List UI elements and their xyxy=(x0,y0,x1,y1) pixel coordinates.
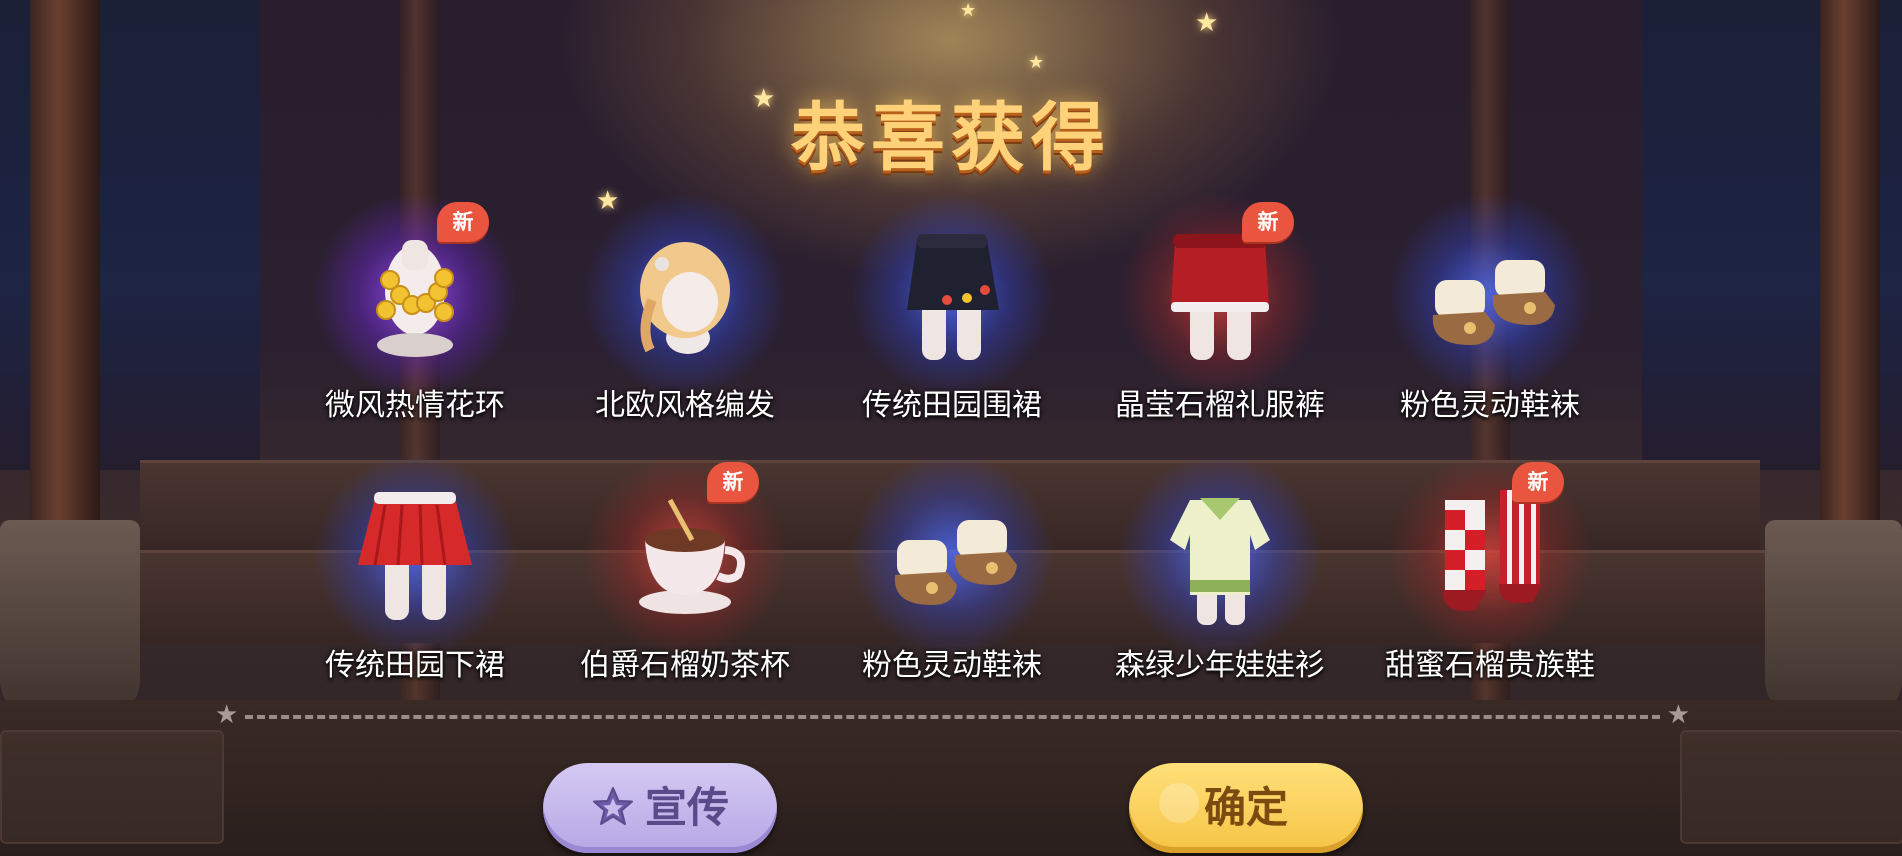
reward-item-name: 伯爵石榴奶茶杯 xyxy=(580,648,790,683)
floor-tile xyxy=(1680,730,1902,844)
reward-item-name: 甜蜜石榴贵族鞋 xyxy=(1385,648,1595,683)
reward-title: 恭喜获得 xyxy=(791,95,1111,181)
new-badge: 新 xyxy=(437,202,489,242)
reward-item[interactable]: 北欧风格编发 xyxy=(555,190,815,423)
divider-line xyxy=(245,715,1660,719)
reward-item-name: 晶莹石榴礼服裤 xyxy=(1115,388,1325,423)
new-badge: 新 xyxy=(1242,202,1294,242)
sparkle-star-icon: ★ xyxy=(1028,52,1045,73)
reward-item-name: 微风热情花环 xyxy=(325,388,505,423)
reward-item[interactable]: 新甜蜜石榴贵族鞋 xyxy=(1360,450,1620,683)
braided-hair-icon xyxy=(610,220,760,370)
reward-item[interactable]: 森绿少年娃娃衫 xyxy=(1090,450,1350,683)
reward-item[interactable]: 粉色灵动鞋袜 xyxy=(1360,190,1620,423)
promo-button[interactable]: 宣传 xyxy=(543,763,777,853)
reward-item[interactable]: 粉色灵动鞋袜 xyxy=(822,450,1082,683)
promo-button-label: 宣传 xyxy=(644,783,729,832)
reward-item-name: 传统田园下裙 xyxy=(325,648,505,683)
floor-tile xyxy=(0,730,224,844)
left-urn xyxy=(0,520,140,720)
reward-item-name: 粉色灵动鞋袜 xyxy=(1400,388,1580,423)
sparkle-star-icon: ★ xyxy=(960,0,977,21)
teacup-icon xyxy=(610,480,760,630)
reward-item[interactable]: 新晶莹石榴礼服裤 xyxy=(1090,190,1350,423)
new-badge: 新 xyxy=(707,462,759,502)
reward-screen: ★ ★ ★ ★ ★ 恭喜获得 新微风热情花环 北欧风格编发 传统田园围裙新晶莹石榴礼… xyxy=(0,0,1902,856)
confirm-button[interactable]: 确定 xyxy=(1129,763,1363,853)
reward-item-name: 森绿少年娃娃衫 xyxy=(1115,648,1325,683)
checkered-socks-shoes-icon xyxy=(1415,480,1565,630)
apron-skirt-icon xyxy=(877,220,1027,370)
reward-item[interactable]: 新伯爵石榴奶茶杯 xyxy=(555,450,815,683)
reward-item[interactable]: 新微风热情花环 xyxy=(285,190,545,423)
red-pleated-skirt-icon xyxy=(340,480,490,630)
reward-item[interactable]: 传统田园围裙 xyxy=(822,190,1082,423)
button-highlight xyxy=(1159,783,1199,823)
brown-shoes-icon xyxy=(877,480,1027,630)
reward-item[interactable]: 传统田园下裙 xyxy=(285,450,545,683)
reward-item-name: 粉色灵动鞋袜 xyxy=(862,648,1042,683)
dashed-divider: ★ ★ xyxy=(215,700,1690,730)
flower-lei-necklace-icon xyxy=(340,220,490,370)
brown-shoes-icon xyxy=(1415,220,1565,370)
right-urn xyxy=(1765,520,1902,720)
star-icon: ★ xyxy=(215,700,239,730)
reward-item-name: 北欧风格编发 xyxy=(595,388,775,423)
sparkle-star-icon: ★ xyxy=(1195,8,1219,38)
confirm-button-label: 确定 xyxy=(1203,783,1288,832)
reward-item-name: 传统田园围裙 xyxy=(862,388,1042,423)
star-icon: ★ xyxy=(1666,700,1690,730)
red-shorts-icon xyxy=(1145,220,1295,370)
green-shirt-icon xyxy=(1145,480,1295,630)
new-badge: 新 xyxy=(1512,462,1564,502)
star-icon xyxy=(592,786,633,825)
